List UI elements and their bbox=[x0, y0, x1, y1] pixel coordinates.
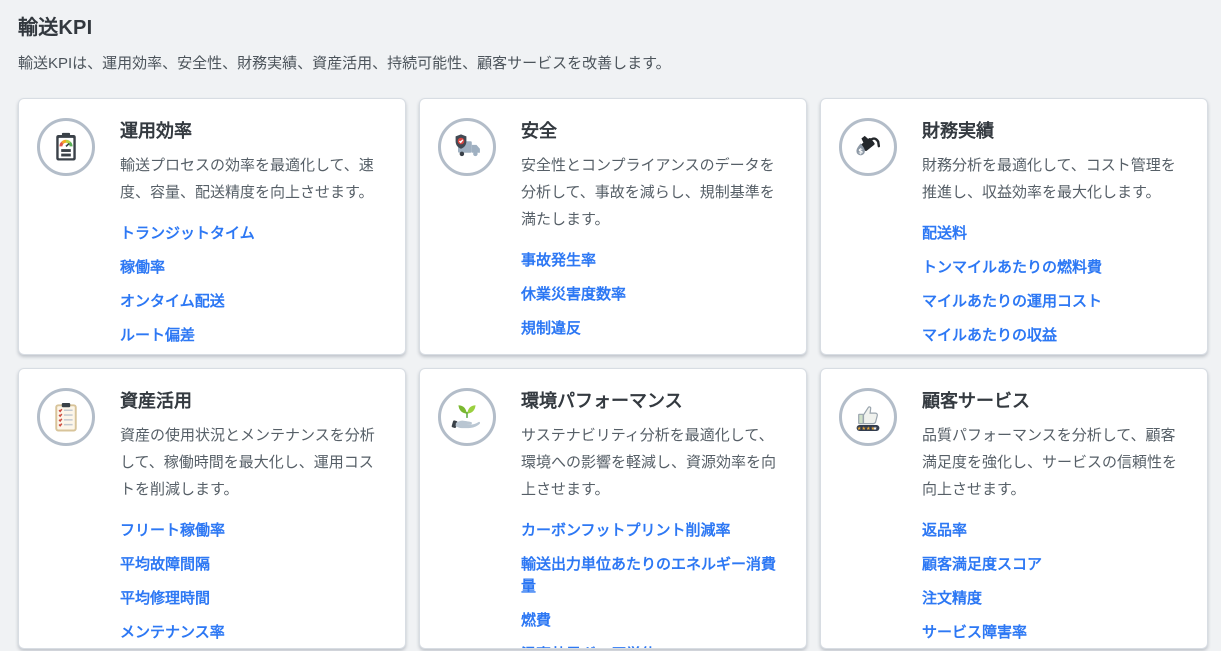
thumbs-up-stars-icon: ★★★★ ★ bbox=[839, 388, 897, 446]
kpi-link-mean-time-to-repair[interactable]: 平均修理時間 bbox=[120, 588, 210, 610]
shield-truck-icon bbox=[438, 118, 496, 176]
card-description: 資産の使用状況とメンテナンスを分析して、稼働時間を最大化し、運用コストを削減しま… bbox=[120, 422, 385, 503]
kpi-link-order-accuracy[interactable]: 注文精度 bbox=[922, 588, 982, 610]
kpi-card-environmental-performance: 環境パフォーマンス サステナビリティ分析を最適化して、環境への影響を軽減し、資源… bbox=[419, 368, 807, 649]
card-title: 資産活用 bbox=[120, 387, 385, 413]
card-title: 財務実績 bbox=[922, 117, 1187, 143]
kpi-link-fleet-utilization[interactable]: フリート稼働率 bbox=[120, 520, 225, 542]
kpi-card-asset-utilization: 資産活用 資産の使用状況とメンテナンスを分析して、稼働時間を最大化し、運用コスト… bbox=[18, 368, 406, 649]
page-title: 輸送KPI bbox=[18, 11, 1203, 40]
kpi-link-operating-cost-per-mile[interactable]: マイルあたりの運用コスト bbox=[922, 291, 1102, 313]
page-subtitle: 輸送KPIは、運用効率、安全性、財務実績、資産活用、持続可能性、顧客サービスを改… bbox=[18, 52, 1203, 73]
kpi-card-operational-efficiency: 運用効率 輸送プロセスの効率を最適化して、速度、容量、配送精度を向上させます。 … bbox=[18, 98, 406, 355]
kpi-link-safety-audit-score[interactable]: 安全性監査スコア bbox=[521, 352, 641, 355]
kpi-link-list: カーボンフットプリント削減率 輸送出力単位あたりのエネルギー消費量 燃費 温室効… bbox=[521, 520, 786, 649]
card-title: 安全 bbox=[521, 117, 786, 143]
kpi-link-customer-satisfaction-score[interactable]: 顧客満足度スコア bbox=[922, 554, 1042, 576]
kpi-card-customer-service: ★★★★ ★ 顧客サービス 品質パフォーマンスを分析して、顧客満足度を強化し、サ… bbox=[820, 368, 1208, 649]
kpi-link-list: 返品率 顧客満足度スコア 注文精度 サービス障害率 bbox=[922, 520, 1187, 644]
card-title: 環境パフォーマンス bbox=[521, 387, 786, 413]
gauge-clipboard-icon bbox=[37, 118, 95, 176]
card-title: 運用効率 bbox=[120, 117, 385, 143]
kpi-link-on-time-delivery[interactable]: オンタイム配送 bbox=[120, 291, 225, 313]
kpi-link-energy-consumption-per-transport-output[interactable]: 輸送出力単位あたりのエネルギー消費量 bbox=[521, 554, 786, 598]
kpi-link-return-rate[interactable]: 返品率 bbox=[922, 520, 967, 542]
kpi-link-fuel-economy[interactable]: 燃費 bbox=[521, 610, 551, 632]
kpi-link-list: 事故発生率 休業災害度数率 規制違反 安全性監査スコア bbox=[521, 250, 786, 355]
svg-text:$: $ bbox=[858, 148, 863, 156]
card-description: 品質パフォーマンスを分析して、顧客満足度を強化し、サービスの信頼性を向上させます… bbox=[922, 422, 1187, 503]
kpi-link-revenue-per-mile[interactable]: マイルあたりの収益 bbox=[922, 325, 1057, 347]
kpi-link-regulatory-violations[interactable]: 規制違反 bbox=[521, 318, 581, 340]
card-title: 顧客サービス bbox=[922, 387, 1187, 413]
card-description: サステナビリティ分析を最適化して、環境への影響を軽減し、資源効率を向上させます。 bbox=[521, 422, 786, 503]
svg-text:★: ★ bbox=[873, 426, 878, 432]
kpi-cards-grid: 運用効率 輸送プロセスの効率を最適化して、速度、容量、配送精度を向上させます。 … bbox=[18, 98, 1208, 649]
kpi-link-utilization-rate[interactable]: 稼働率 bbox=[120, 257, 165, 279]
card-description: 財務分析を最適化して、コスト管理を推進し、収益効率を最大化します。 bbox=[922, 152, 1187, 206]
kpi-card-financial-performance: $ 財務実績 財務分析を最適化して、コスト管理を推進し、収益効率を最大化します。… bbox=[820, 98, 1208, 355]
kpi-link-lost-time-injury-frequency[interactable]: 休業災害度数率 bbox=[521, 284, 626, 306]
kpi-link-maintenance-rate[interactable]: メンテナンス率 bbox=[120, 622, 225, 644]
kpi-card-safety: 安全 安全性とコンプライアンスのデータを分析して、事故を減らし、規制基準を満たし… bbox=[419, 98, 807, 355]
kpi-link-list: トランジットタイム 稼働率 オンタイム配送 ルート偏差 bbox=[120, 223, 385, 347]
kpi-link-carbon-footprint-reduction[interactable]: カーボンフットプリント削減率 bbox=[521, 520, 731, 542]
kpi-link-fuel-cost-per-ton-mile[interactable]: トンマイルあたりの燃料費 bbox=[922, 257, 1102, 279]
kpi-link-transit-time[interactable]: トランジットタイム bbox=[120, 223, 255, 245]
kpi-link-mean-time-between-failures[interactable]: 平均故障間隔 bbox=[120, 554, 210, 576]
kpi-link-accident-rate[interactable]: 事故発生率 bbox=[521, 250, 596, 272]
page-header: 輸送KPI 輸送KPIは、運用効率、安全性、財務実績、資産活用、持続可能性、顧客… bbox=[0, 0, 1221, 73]
kpi-link-list: 配送料 トンマイルあたりの燃料費 マイルあたりの運用コスト マイルあたりの収益 bbox=[922, 223, 1187, 347]
kpi-link-delivery-cost[interactable]: 配送料 bbox=[922, 223, 967, 245]
kpi-link-route-deviation[interactable]: ルート偏差 bbox=[120, 325, 195, 347]
kpi-link-list: フリート稼働率 平均故障間隔 平均修理時間 メンテナンス率 bbox=[120, 520, 385, 644]
card-description: 安全性とコンプライアンスのデータを分析して、事故を減らし、規制基準を満たします。 bbox=[521, 152, 786, 233]
fuel-dollar-icon: $ bbox=[839, 118, 897, 176]
kpi-link-ghg-intensity[interactable]: 温室効果ガス原単位 bbox=[521, 644, 656, 649]
checklist-clipboard-icon bbox=[37, 388, 95, 446]
card-description: 輸送プロセスの効率を最適化して、速度、容量、配送精度を向上させます。 bbox=[120, 152, 385, 206]
kpi-link-service-failure-rate[interactable]: サービス障害率 bbox=[922, 622, 1027, 644]
eco-hand-sprout-icon bbox=[438, 388, 496, 446]
